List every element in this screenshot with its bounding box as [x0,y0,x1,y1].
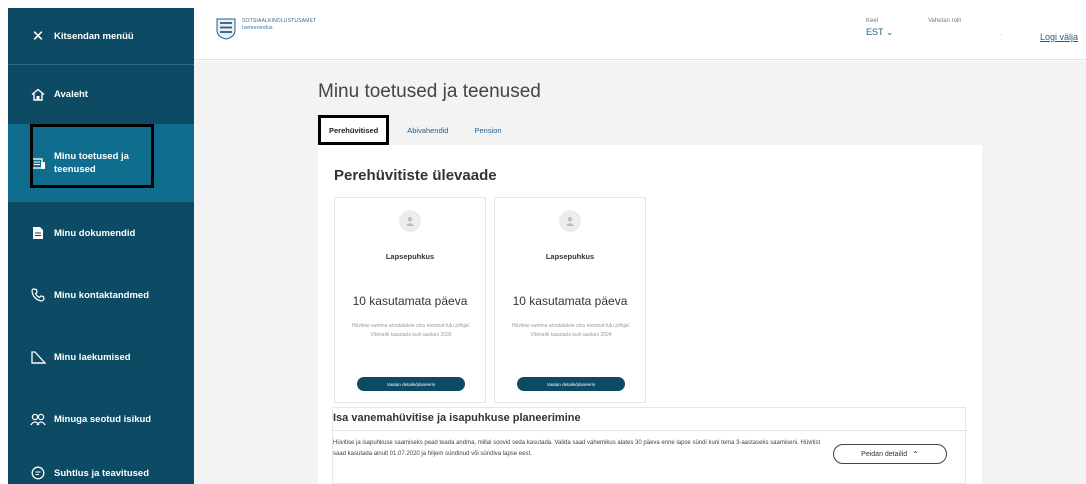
sidebar-item-payments[interactable]: Minu laekumised [8,326,194,388]
benefit-card: Lapsepuhkus 10 kasutamata päeva Hüvitise… [334,197,486,403]
view-details-button[interactable]: Vaatan detaile/planeerin [517,377,625,391]
main-content: Minu toetused ja teenused Perehüvitised … [194,61,1086,484]
collapse-menu-label: Kitsendan menüü [54,30,134,42]
overview-title: Perehüvitiste ülevaade [334,167,497,184]
family-benefits-panel: Perehüvitiste ülevaade Lapsepuhkus 10 ka… [318,145,982,484]
chat-icon [26,466,50,480]
role-label: Vahetan rolli [928,18,961,24]
language-label: Keel [866,18,879,24]
phone-icon [26,288,50,302]
card-description: Hüvitise summa arvutatakse sinu teenitud… [351,323,471,338]
logo[interactable]: SOTSIAALKINDLUSTUSAMET Iseteenindus [216,18,316,40]
role-value: - [1000,32,1002,38]
planning-title: Isa vanemahüvitise ja isapuhkuse planeer… [333,412,581,424]
language-selector[interactable]: Keel EST ⌄ [866,18,893,38]
hide-details-label: Peidan detailid [861,450,908,458]
card-days: 10 kasutamata päeva [352,294,468,308]
view-details-button[interactable]: Vaatan detaile/planeerin [357,377,465,391]
paternity-planning-section: Isa vanemahüvitise ja isapuhkuse planeer… [332,407,967,484]
crest-icon [216,18,236,40]
person-icon [559,210,581,232]
sidebar: ✕ Kitsendan menüü Avaleht Minu toetused … [8,8,194,484]
sidebar-item-label: Suhtlus ja teavitused [54,467,150,479]
logout-link[interactable]: Logi välja [1040,32,1078,42]
logo-text: SOTSIAALKINDLUSTUSAMET Iseteenindus [242,18,316,32]
sidebar-item-documents[interactable]: Minu dokumendid [8,202,194,264]
tab-pension[interactable]: Pension [466,115,509,145]
payments-icon [26,350,50,364]
tab-family-benefits[interactable]: Perehüvitised [318,115,390,145]
hide-details-button[interactable]: Peidan detailid ⌃ [833,444,947,464]
sidebar-item-home[interactable]: Avaleht [8,64,194,124]
card-days: 10 kasutamata päeva [512,294,628,308]
selection-highlight [30,124,154,188]
sidebar-item-label: Minu laekumised [54,351,131,363]
sidebar-item-messages[interactable]: Suhtlus ja teavitused [8,450,194,484]
logo-line1: SOTSIAALKINDLUSTUSAMET [242,18,317,24]
document-icon [26,226,50,240]
close-icon: ✕ [31,28,45,45]
tab-aids[interactable]: Abivahendid [399,115,456,145]
logo-line2: Iseteenindus [242,25,273,31]
card-title: Lapsepuhkus [545,252,595,261]
tabs: Perehüvitised Abivahendid Pension [318,115,520,145]
planning-divider [333,430,967,431]
role-selector[interactable]: Vahetan rolli - [928,18,1002,38]
chevron-down-icon: ⌄ [885,27,894,37]
app-root: ✕ Kitsendan menüü Avaleht Minu toetused … [0,0,1086,484]
sidebar-item-label: Avaleht [54,88,88,100]
home-icon [26,88,50,101]
card-description: Hüvitise summa arvutatakse sinu teenitud… [511,323,631,338]
person-icon [399,210,421,232]
sidebar-item-label: Minu dokumendid [54,227,136,239]
people-icon [26,413,50,426]
sidebar-item-contacts[interactable]: Minu kontaktandmed [8,264,194,326]
language-value: EST [866,27,884,37]
card-title: Lapsepuhkus [385,252,435,261]
sidebar-item-label: Minu kontaktandmed [54,289,150,301]
collapse-menu-button[interactable]: ✕ Kitsendan menüü [8,8,194,64]
chevron-up-icon: ⌃ [912,449,919,459]
top-header: SOTSIAALKINDLUSTUSAMET Iseteenindus Keel… [194,8,1086,60]
planning-text: Hüvitise ja isapuhkuse saamiseks pead te… [333,440,821,457]
page-title: Minu toetused ja teenused [318,81,541,102]
sidebar-item-label: Minuga seotud isikud [54,413,152,425]
benefit-card: Lapsepuhkus 10 kasutamata päeva Hüvitise… [494,197,646,403]
sidebar-item-related-people[interactable]: Minuga seotud isikud [8,388,194,450]
